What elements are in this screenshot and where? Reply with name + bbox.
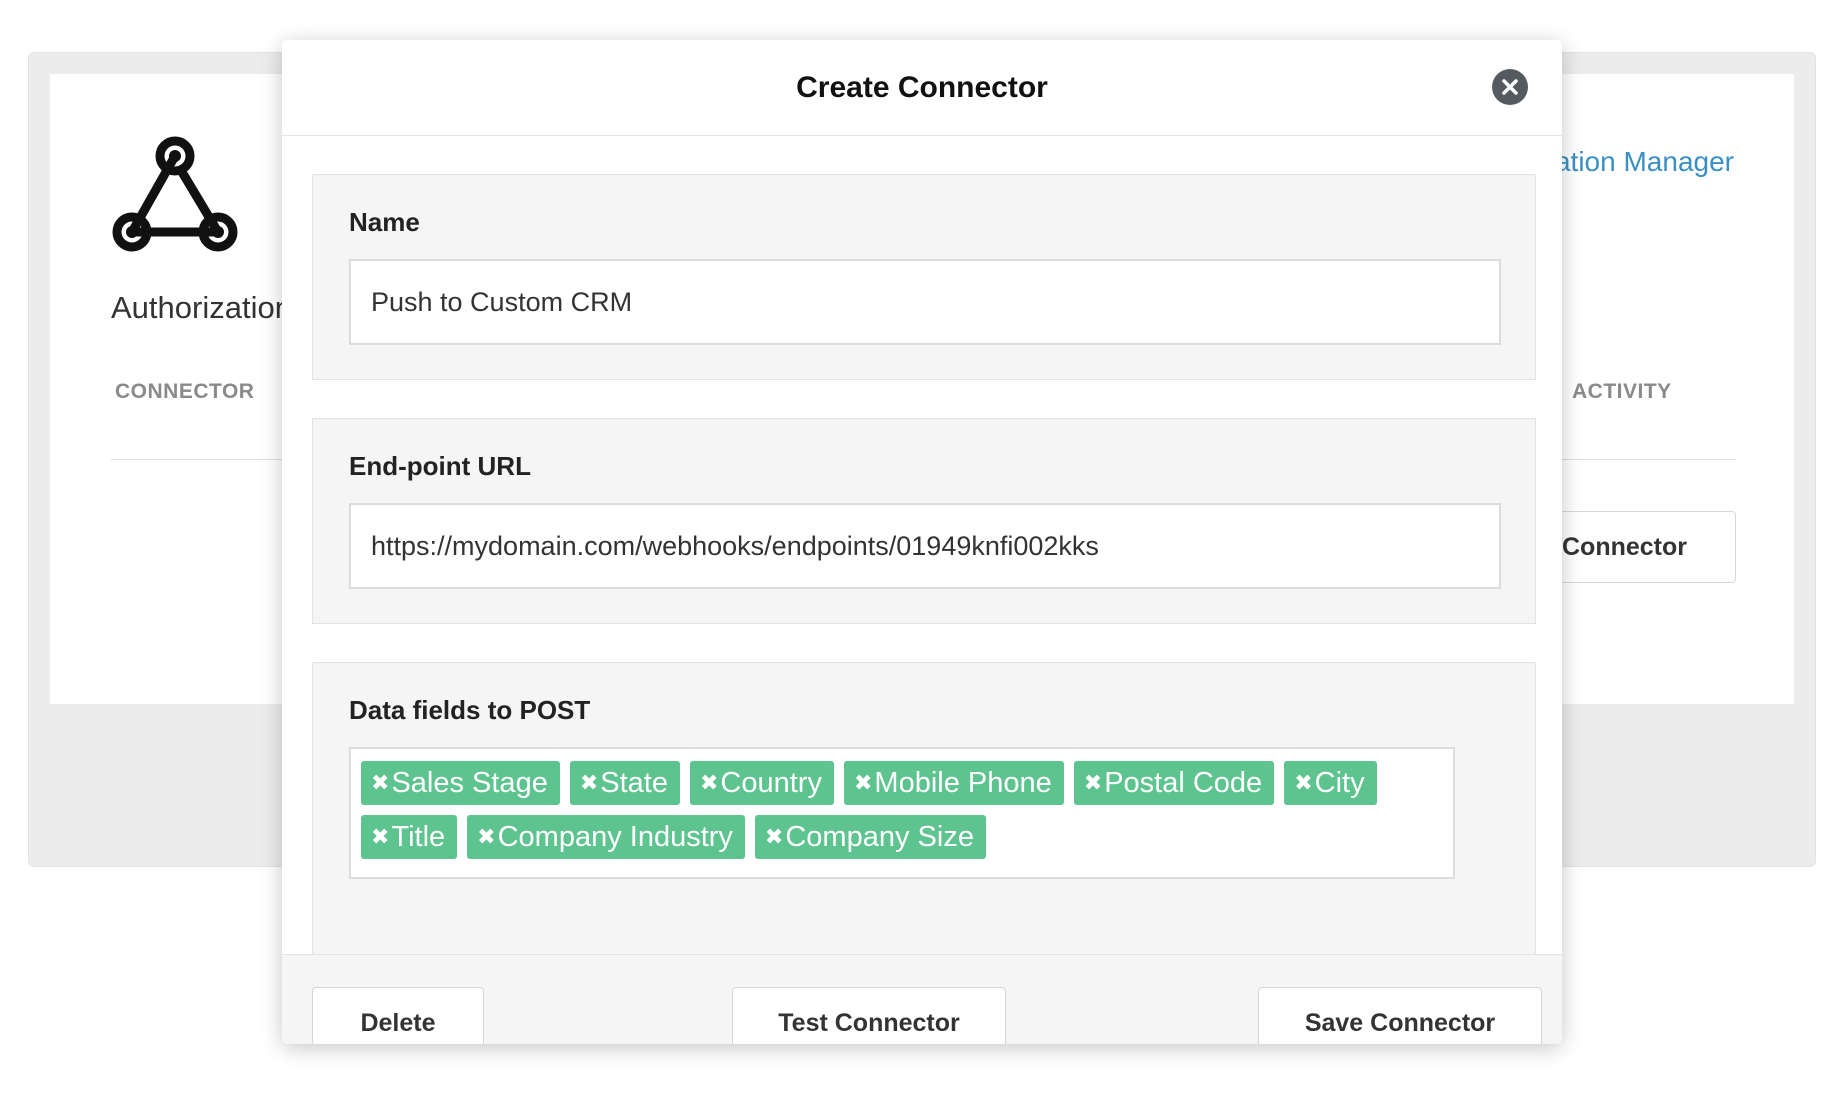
url-input[interactable] — [349, 503, 1501, 589]
field-tag-label: Postal Code — [1104, 766, 1263, 799]
name-input[interactable] — [349, 259, 1501, 345]
fields-section: Data fields to POST ✖ Sales Stage ✖ State ✖ C… — [312, 662, 1536, 954]
remove-tag-icon[interactable]: ✖ — [580, 770, 598, 796]
background-title: Authorization — [111, 290, 292, 325]
field-tag-label: Company Size — [785, 820, 974, 853]
field-tag: ✖ Company Industry — [467, 815, 745, 859]
field-tag-label: State — [600, 766, 668, 799]
name-section: Name — [312, 174, 1536, 380]
field-tag-label: Sales Stage — [391, 766, 548, 799]
field-tag: ✖ Postal Code — [1073, 761, 1275, 805]
field-tag: ✖ Title — [361, 815, 458, 859]
create-connector-modal: Create Connector Name End-point URL Data… — [282, 40, 1562, 1044]
test-connector-button[interactable]: Test Connector — [732, 987, 1006, 1044]
field-tag: ✖ Country — [689, 761, 834, 805]
close-icon-glyph — [1502, 79, 1518, 95]
remove-tag-icon[interactable]: ✖ — [477, 824, 495, 850]
fields-tag-input[interactable]: ✖ Sales Stage ✖ State ✖ Country ✖ Mobile Phone ✖… — [349, 747, 1455, 879]
remove-tag-icon[interactable]: ✖ — [1084, 770, 1102, 796]
field-tag-label: Title — [391, 820, 446, 853]
field-tag-label: Country — [720, 766, 822, 799]
column-header-activity: ACTIVITY — [1572, 380, 1672, 403]
field-tag-label: City — [1314, 766, 1365, 799]
field-tag: ✖ Company Size — [754, 815, 986, 859]
modal-header: Create Connector — [282, 40, 1562, 136]
close-icon[interactable] — [1492, 69, 1528, 105]
remove-tag-icon[interactable]: ✖ — [371, 770, 389, 796]
modal-footer: Delete Test Connector Save Connector — [282, 954, 1562, 1044]
webhook-icon — [112, 136, 238, 252]
column-header-connector: CONNECTOR — [115, 380, 255, 403]
field-tag: ✖ Mobile Phone — [843, 761, 1064, 805]
remove-tag-icon[interactable]: ✖ — [765, 824, 783, 850]
save-connector-button[interactable]: Save Connector — [1258, 987, 1542, 1044]
fields-label: Data fields to POST — [349, 695, 591, 725]
modal-title: Create Connector — [796, 70, 1048, 104]
remove-tag-icon[interactable]: ✖ — [1294, 770, 1312, 796]
remove-tag-icon[interactable]: ✖ — [854, 770, 872, 796]
field-tag: ✖ City — [1284, 761, 1377, 805]
url-label: End-point URL — [349, 451, 531, 481]
background-divider — [1560, 459, 1736, 460]
modal-body: Name End-point URL Data fields to POST ✖… — [282, 136, 1562, 954]
field-tag-label: Company Industry — [497, 820, 733, 853]
field-tag-label: Mobile Phone — [874, 766, 1052, 799]
field-tag: ✖ State — [569, 761, 680, 805]
remove-tag-icon[interactable]: ✖ — [371, 824, 389, 850]
field-tag: ✖ Sales Stage — [361, 761, 560, 805]
delete-button[interactable]: Delete — [312, 987, 484, 1044]
manager-link[interactable]: ation Manager — [1555, 146, 1734, 178]
url-section: End-point URL — [312, 418, 1536, 624]
background-divider — [111, 459, 291, 460]
remove-tag-icon[interactable]: ✖ — [700, 770, 718, 796]
name-label: Name — [349, 207, 420, 237]
